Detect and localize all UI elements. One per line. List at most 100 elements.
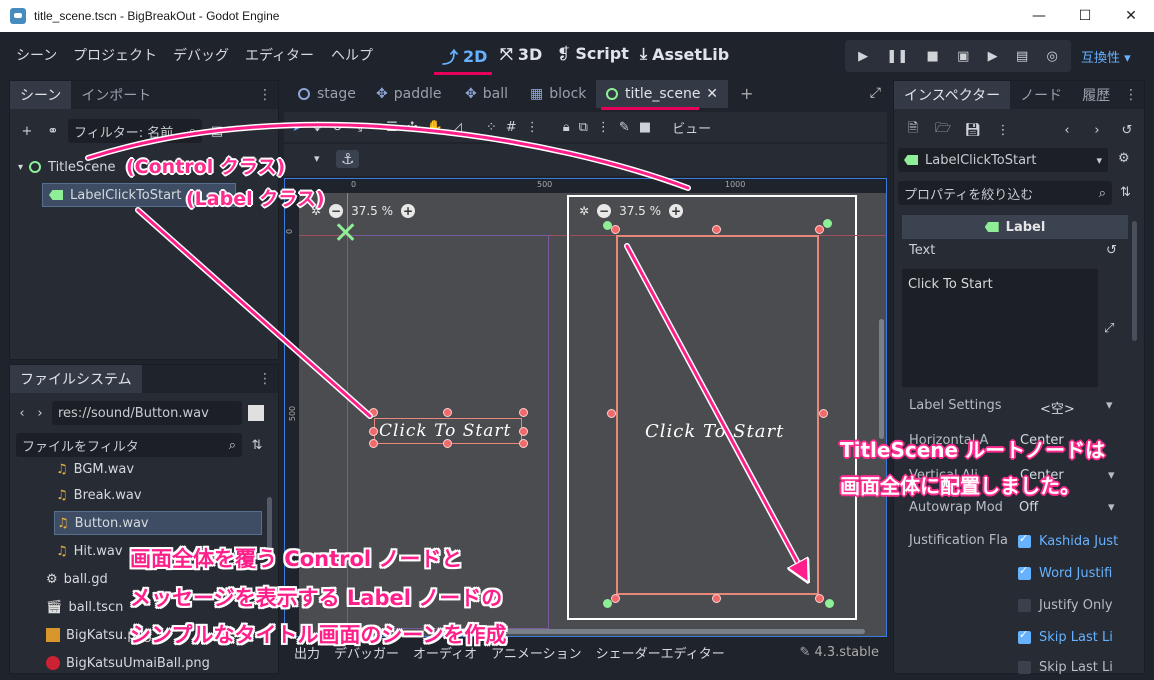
menu-scene[interactable]: シーン: [16, 45, 57, 65]
file-item-selected[interactable]: ♫ Button.wav: [54, 511, 262, 535]
collapse-arrow-icon[interactable]: ▾: [18, 162, 23, 173]
chevron-down-icon[interactable]: ▾: [1108, 500, 1115, 515]
tab-node[interactable]: ノード: [1010, 81, 1072, 109]
new-resource-icon[interactable]: 🗎︎: [902, 119, 924, 141]
zoom-in-button[interactable]: +: [669, 204, 683, 218]
play-scene-icon[interactable]: ▶: [988, 49, 998, 64]
distraction-free-icon[interactable]: ⤢: [870, 85, 881, 101]
more-icon[interactable]: ⋮: [597, 120, 610, 135]
file-filter-input[interactable]: ファイルをフィルタ ⌕: [16, 433, 242, 457]
anchor-handle[interactable]: [825, 599, 834, 608]
stop-icon[interactable]: ■: [927, 49, 939, 64]
open-folder-icon[interactable]: 🗁︎: [932, 119, 954, 141]
resize-handle[interactable]: [369, 408, 378, 417]
anchor-handle[interactable]: [603, 221, 612, 230]
scene-tab-paddle[interactable]: ✥ paddle: [366, 80, 451, 108]
anchor-handles-icon[interactable]: ✕: [333, 219, 358, 249]
class-header[interactable]: Label: [902, 215, 1128, 239]
close-tab-icon[interactable]: ✕: [706, 86, 718, 102]
anchor-handle[interactable]: [603, 599, 612, 608]
ruler-tool-icon[interactable]: ◿: [452, 120, 462, 135]
instance-link-icon[interactable]: ⚭: [42, 120, 64, 142]
preview-toggle-icon[interactable]: [248, 405, 264, 421]
resize-handle[interactable]: [519, 427, 528, 436]
script-attach-icon[interactable]: ▤: [206, 120, 228, 142]
tab-scene[interactable]: シーン: [10, 81, 72, 109]
node-selector[interactable]: LabelClickToStart ▾: [898, 148, 1108, 172]
resize-handle[interactable]: [443, 439, 452, 448]
movie-maker-icon[interactable]: ◎: [1047, 49, 1058, 64]
node-settings-icon[interactable]: ⚙: [1118, 151, 1130, 166]
tab-filesystem[interactable]: ファイルシステム: [10, 365, 142, 393]
scene-tab-ball[interactable]: ✥ ball: [455, 80, 518, 108]
resize-handle[interactable]: [815, 225, 824, 234]
anchor-handle[interactable]: [823, 219, 832, 228]
back-icon[interactable]: ‹: [16, 402, 28, 424]
forward-icon[interactable]: ›: [34, 402, 46, 424]
scale-tool-icon[interactable]: ⤡: [352, 120, 362, 135]
rotate-tool-icon[interactable]: ↻: [332, 120, 343, 135]
view-menu[interactable]: ビュー: [672, 118, 711, 137]
close-window-button[interactable]: ✕: [1108, 0, 1154, 32]
filesystem-path-input[interactable]: res://sound/Button.wav: [52, 401, 242, 425]
history-back-icon[interactable]: ‹: [1056, 119, 1078, 141]
text-value-editor[interactable]: Click To Start: [902, 269, 1098, 387]
flag-justify-only[interactable]: Justify Only: [1018, 598, 1113, 613]
anchor-icon[interactable]: ⚓: [336, 150, 360, 168]
menu-help[interactable]: ヘルプ: [331, 45, 373, 65]
renderer-selector[interactable]: 互換性 ▾: [1081, 47, 1131, 66]
list-select-icon[interactable]: ☰: [386, 120, 398, 135]
workspace-script-tab[interactable]: ❡ Script: [557, 44, 629, 63]
resize-handle[interactable]: [443, 408, 452, 417]
play-icon[interactable]: ▶: [858, 49, 868, 64]
group-icon[interactable]: ⧉: [579, 120, 588, 135]
play-custom-scene-icon[interactable]: ▤: [1016, 49, 1028, 64]
lock-icon[interactable]: 🔒︎: [563, 120, 570, 135]
add-node-icon[interactable]: +: [16, 120, 38, 142]
maximize-button[interactable]: ☐: [1062, 0, 1108, 32]
inspector-scrollbar[interactable]: [1132, 221, 1137, 341]
dock-menu-icon[interactable]: ⋮: [258, 87, 272, 103]
file-item[interactable]: ⚙ ball.gd: [46, 567, 108, 591]
tab-inspector[interactable]: インスペクター: [894, 81, 1011, 109]
pivot-icon[interactable]: ✣: [407, 120, 418, 135]
scene-filter-input[interactable]: フィルター: 名前 ⌕: [68, 119, 202, 143]
history-forward-icon[interactable]: ›: [1086, 119, 1108, 141]
camera-override-icon[interactable]: ■: [639, 120, 651, 135]
chevron-down-icon[interactable]: ▾: [1108, 468, 1115, 483]
file-item[interactable]: ♫ Break.wav: [56, 483, 142, 507]
resize-handle[interactable]: [519, 408, 528, 417]
file-item[interactable]: 🎬︎ ball.tscn: [46, 595, 123, 619]
file-item[interactable]: ♫ Hit.wav: [56, 539, 123, 563]
label-settings-value[interactable]: <空>: [1040, 398, 1075, 417]
scene-tab-block[interactable]: ▦ block: [520, 80, 596, 108]
workspace-3d-tab[interactable]: ⤧ 3D: [500, 44, 542, 64]
menu-editor[interactable]: エディター: [245, 45, 314, 65]
pan-tool-icon[interactable]: ✋: [427, 120, 443, 135]
smart-snap-icon[interactable]: ⁘: [486, 120, 497, 135]
remote-debug-icon[interactable]: ▣: [957, 49, 969, 64]
grid-snap-icon[interactable]: #: [506, 120, 517, 135]
resize-handle[interactable]: [611, 225, 620, 234]
control-rect[interactable]: [616, 235, 819, 595]
viewport-vscrollbar[interactable]: [879, 319, 884, 439]
bone-icon[interactable]: ✎: [619, 120, 630, 135]
file-item[interactable]: BigKatsuUmaiBall.png: [46, 651, 210, 673]
resize-handle[interactable]: [369, 427, 378, 436]
resize-handle[interactable]: [607, 409, 616, 418]
scene-tab-title-scene[interactable]: title_scene ✕: [596, 80, 728, 108]
autowrap-value[interactable]: Off: [1019, 500, 1038, 515]
resize-handle[interactable]: [611, 594, 620, 603]
property-filter-input[interactable]: プロパティを絞り込む ⌕: [898, 181, 1112, 205]
zoom-out-button[interactable]: −: [597, 204, 612, 218]
center-view-icon[interactable]: ✲: [579, 204, 589, 218]
filter-options-icon[interactable]: ⇅: [1120, 185, 1131, 200]
chevron-down-icon[interactable]: ▾: [1106, 398, 1113, 413]
snap-options-icon[interactable]: ⋮: [526, 120, 539, 135]
resize-handle[interactable]: [369, 439, 378, 448]
minimize-button[interactable]: —: [1016, 0, 1062, 32]
scene-tab-stage[interactable]: stage: [288, 80, 366, 108]
menu-debug[interactable]: デバッグ: [173, 45, 229, 65]
workspace-assetlib-tab[interactable]: ⤓ AssetLib: [640, 44, 729, 64]
viewport-hscrollbar[interactable]: [485, 629, 865, 634]
